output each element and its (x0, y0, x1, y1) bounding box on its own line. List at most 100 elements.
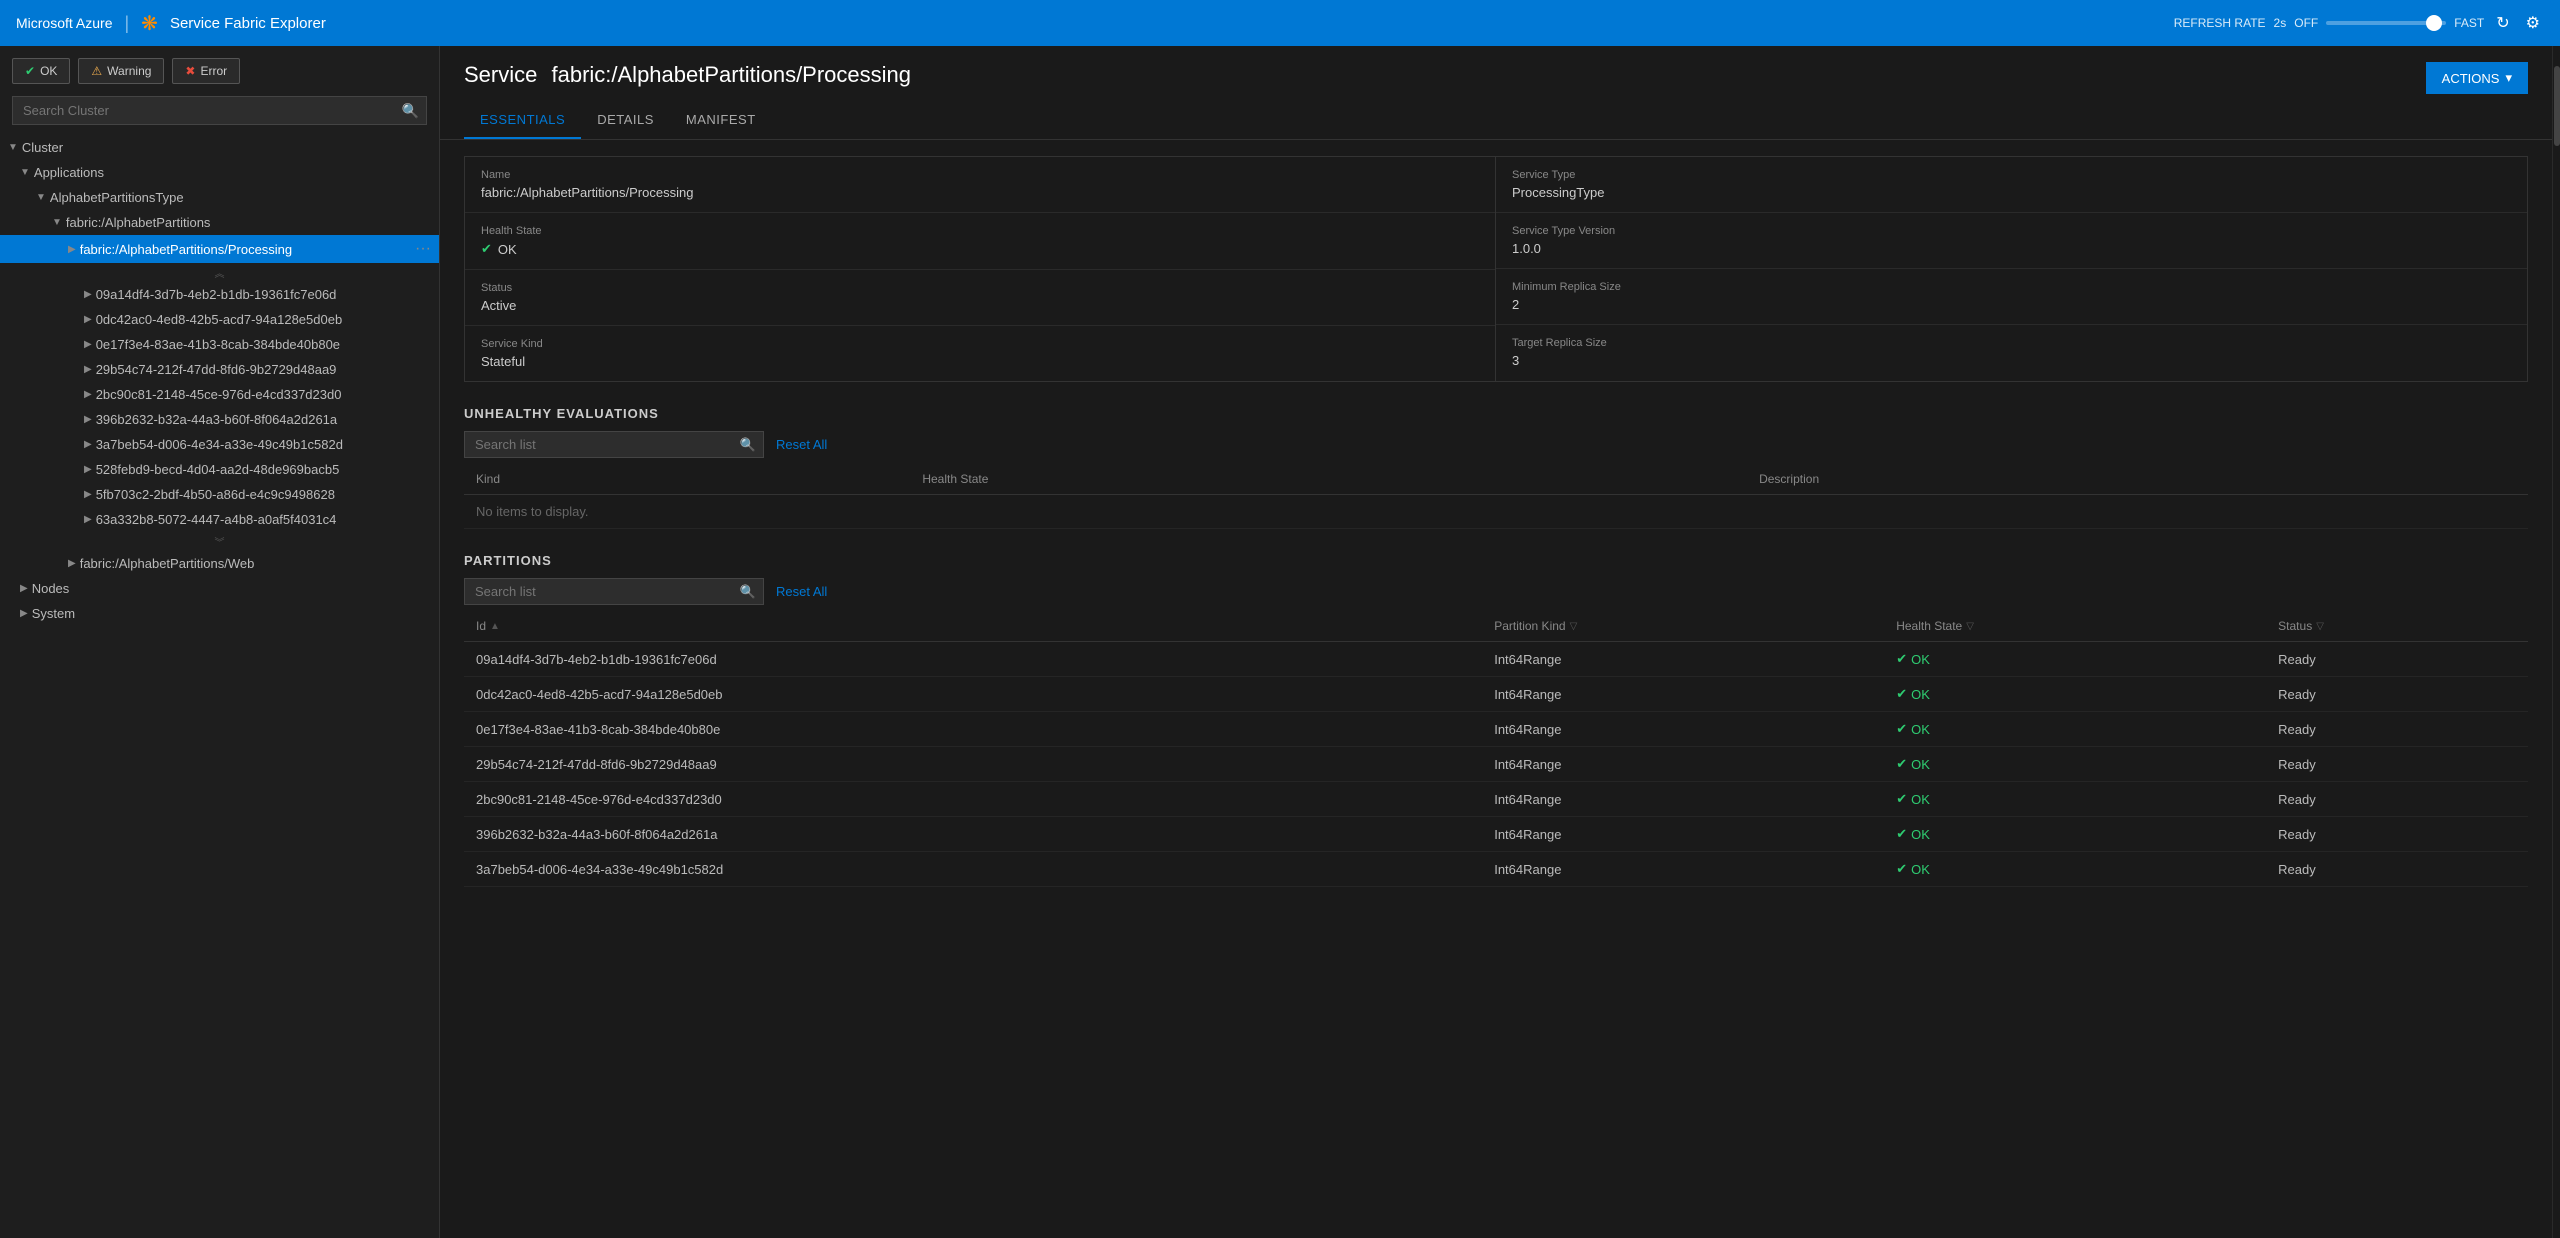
unhealthy-search-row: 🔍 Reset All (464, 431, 2528, 458)
unhealthy-table-head: Kind Health State Description (464, 464, 2528, 495)
ok-badge: ✔ OK (1896, 721, 1930, 737)
tree-item-p7[interactable]: ▶ 3a7beb54-d006-4e34-a33e-49c49b1c582d (0, 432, 439, 457)
tree-item-processing[interactable]: ▶ fabric:/AlphabetPartitions/Processing … (0, 235, 439, 263)
partition-id-cell[interactable]: 0e17f3e4-83ae-41b3-8cab-384bde40b80e (464, 712, 1482, 747)
partitions-col-status: Status ▽ (2266, 611, 2528, 642)
table-row: 396b2632-b32a-44a3-b60f-8f064a2d261a Int… (464, 817, 2528, 852)
content-area: Service fabric:/AlphabetPartitions/Proce… (440, 46, 2552, 1238)
tab-essentials[interactable]: ESSENTIALS (464, 102, 581, 139)
p9-label: 5fb703c2-2bdf-4b50-a86d-e4c9c9498628 (96, 487, 431, 502)
scroll-down-indicator: ︾ (0, 532, 439, 551)
partition-health-cell: ✔ OK (1884, 782, 2266, 817)
tree-item-web[interactable]: ▶ fabric:/AlphabetPartitions/Web (0, 551, 439, 576)
unhealthy-reset-button[interactable]: Reset All (776, 437, 827, 452)
tree-item-p9[interactable]: ▶ 5fb703c2-2bdf-4b50-a86d-e4c9c9498628 (0, 482, 439, 507)
essentials-minreplica-label: Minimum Replica Size (1512, 281, 2511, 293)
ok-status-button[interactable]: ✔ OK (12, 58, 70, 84)
service-name: fabric:/AlphabetPartitions/Processing (551, 62, 911, 87)
tree-item-cluster[interactable]: ▼ Cluster (0, 135, 439, 160)
partition-health-cell: ✔ OK (1884, 677, 2266, 712)
partitions-reset-button[interactable]: Reset All (776, 584, 827, 599)
status-buttons-row: ✔ OK ⚠ Warning ✖ Error (0, 46, 439, 96)
essentials-servicetypeversion-label: Service Type Version (1512, 225, 2511, 237)
warning-status-button[interactable]: ⚠ Warning (78, 58, 164, 84)
partitions-col-health: Health State ▽ (1884, 611, 2266, 642)
partition-kind-cell: Int64Range (1482, 817, 1884, 852)
partition-id-cell[interactable]: 2bc90c81-2148-45ce-976d-e4cd337d23d0 (464, 782, 1482, 817)
table-row: 29b54c74-212f-47dd-8fd6-9b2729d48aa9 Int… (464, 747, 2528, 782)
unhealthy-table-body: No items to display. (464, 495, 2528, 529)
essentials-name-cell: Name fabric:/AlphabetPartitions/Processi… (465, 157, 1495, 213)
refresh-button[interactable]: ↻ (2492, 9, 2513, 37)
partition-health-cell: ✔ OK (1884, 817, 2266, 852)
unhealthy-col-kind: Kind (464, 464, 910, 495)
top-navbar: Microsoft Azure | ❋ Service Fabric Explo… (0, 0, 2560, 46)
partition-status-cell: Ready (2266, 747, 2528, 782)
partition-id-cell[interactable]: 29b54c74-212f-47dd-8fd6-9b2729d48aa9 (464, 747, 1482, 782)
unhealthy-search-input[interactable] (464, 431, 764, 458)
ok-label: OK (40, 64, 57, 78)
search-cluster-input[interactable] (12, 96, 427, 125)
actions-button[interactable]: ACTIONS ▾ (2426, 62, 2528, 94)
table-row: 09a14df4-3d7b-4eb2-b1db-19361fc7e06d Int… (464, 642, 2528, 677)
ok-badge: ✔ OK (1896, 651, 1930, 667)
p5-label: 2bc90c81-2148-45ce-976d-e4cd337d23d0 (96, 387, 431, 402)
tree-item-fabricalphabetpartitions[interactable]: ▼ fabric:/AlphabetPartitions (0, 210, 439, 235)
tree-item-nodes[interactable]: ▶ Nodes (0, 576, 439, 601)
tree-item-p10[interactable]: ▶ 63a332b8-5072-4447-a4b8-a0af5f4031c4 (0, 507, 439, 532)
kind-filter-icon[interactable]: ▽ (1570, 621, 1578, 632)
essentials-minreplica-cell: Minimum Replica Size 2 (1496, 269, 2527, 325)
p9-expand-icon: ▶ (84, 489, 92, 500)
tab-details[interactable]: DETAILS (581, 102, 670, 139)
unhealthy-empty-row: No items to display. (464, 495, 2528, 529)
tree-item-system[interactable]: ▶ System (0, 601, 439, 626)
partitions-col-kind: Partition Kind ▽ (1482, 611, 1884, 642)
refresh-slider-thumb (2426, 15, 2442, 31)
partition-id-cell[interactable]: 09a14df4-3d7b-4eb2-b1db-19361fc7e06d (464, 642, 1482, 677)
tree-item-p8[interactable]: ▶ 528febd9-becd-4d04-aa2d-48de969bacb5 (0, 457, 439, 482)
search-cluster-icon: 🔍 (402, 102, 419, 119)
partition-status-cell: Ready (2266, 817, 2528, 852)
system-label: System (32, 606, 431, 621)
essentials-status-value: Active (481, 298, 1479, 313)
partition-id-cell[interactable]: 396b2632-b32a-44a3-b60f-8f064a2d261a (464, 817, 1482, 852)
essentials-targetreplica-label: Target Replica Size (1512, 337, 2511, 349)
web-expand-icon: ▶ (68, 558, 76, 569)
p2-expand-icon: ▶ (84, 314, 92, 325)
ok-badge-label: OK (1911, 722, 1930, 737)
refresh-slider[interactable] (2326, 21, 2446, 25)
tab-manifest[interactable]: MANIFEST (670, 102, 772, 139)
tree-item-p4[interactable]: ▶ 29b54c74-212f-47dd-8fd6-9b2729d48aa9 (0, 357, 439, 382)
partition-id-cell[interactable]: 0dc42ac0-4ed8-42b5-acd7-94a128e5d0eb (464, 677, 1482, 712)
unhealthy-table: Kind Health State Description No items t… (464, 464, 2528, 529)
essentials-right: Service Type ProcessingType Service Type… (1496, 157, 2527, 381)
tree-item-p2[interactable]: ▶ 0dc42ac0-4ed8-42b5-acd7-94a128e5d0eb (0, 307, 439, 332)
tree-item-alphabetpartitionstype[interactable]: ▼ AlphabetPartitionsType (0, 185, 439, 210)
tree-item-p6[interactable]: ▶ 396b2632-b32a-44a3-b60f-8f064a2d261a (0, 407, 439, 432)
scrollbar-thumb (2554, 66, 2560, 146)
p1-label: 09a14df4-3d7b-4eb2-b1db-19361fc7e06d (96, 287, 431, 302)
partition-id-cell[interactable]: 3a7beb54-d006-4e34-a33e-49c49b1c582d (464, 852, 1482, 887)
right-scrollbar[interactable] (2552, 46, 2560, 1238)
partition-health-cell: ✔ OK (1884, 712, 2266, 747)
tabs-bar: ESSENTIALS DETAILS MANIFEST (440, 102, 2552, 140)
essentials-name-value: fabric:/AlphabetPartitions/Processing (481, 185, 1479, 200)
partition-kind-cell: Int64Range (1482, 642, 1884, 677)
error-status-button[interactable]: ✖ Error (172, 58, 240, 84)
status-filter-icon[interactable]: ▽ (2316, 621, 2324, 632)
health-filter-icon[interactable]: ▽ (1966, 621, 1974, 632)
alphabettype-expand-icon: ▼ (36, 192, 46, 203)
partitions-search-input[interactable] (464, 578, 764, 605)
partitions-table-body: 09a14df4-3d7b-4eb2-b1db-19361fc7e06d Int… (464, 642, 2528, 887)
tree-item-p1[interactable]: ▶ 09a14df4-3d7b-4eb2-b1db-19361fc7e06d (0, 282, 439, 307)
error-icon: ✖ (185, 64, 195, 78)
p10-label: 63a332b8-5072-4447-a4b8-a0af5f4031c4 (96, 512, 431, 527)
refresh-rate-area: REFRESH RATE 2s OFF FAST ↻ ⚙ (2174, 9, 2544, 37)
tree-item-applications[interactable]: ▼ Applications (0, 160, 439, 185)
tree-item-p3[interactable]: ▶ 0e17f3e4-83ae-41b3-8cab-384bde40b80e (0, 332, 439, 357)
warning-label: Warning (107, 64, 151, 78)
settings-button[interactable]: ⚙ (2522, 9, 2544, 37)
p7-expand-icon: ▶ (84, 439, 92, 450)
tree-item-p5[interactable]: ▶ 2bc90c81-2148-45ce-976d-e4cd337d23d0 (0, 382, 439, 407)
processing-context-menu[interactable]: ··· (415, 240, 431, 258)
